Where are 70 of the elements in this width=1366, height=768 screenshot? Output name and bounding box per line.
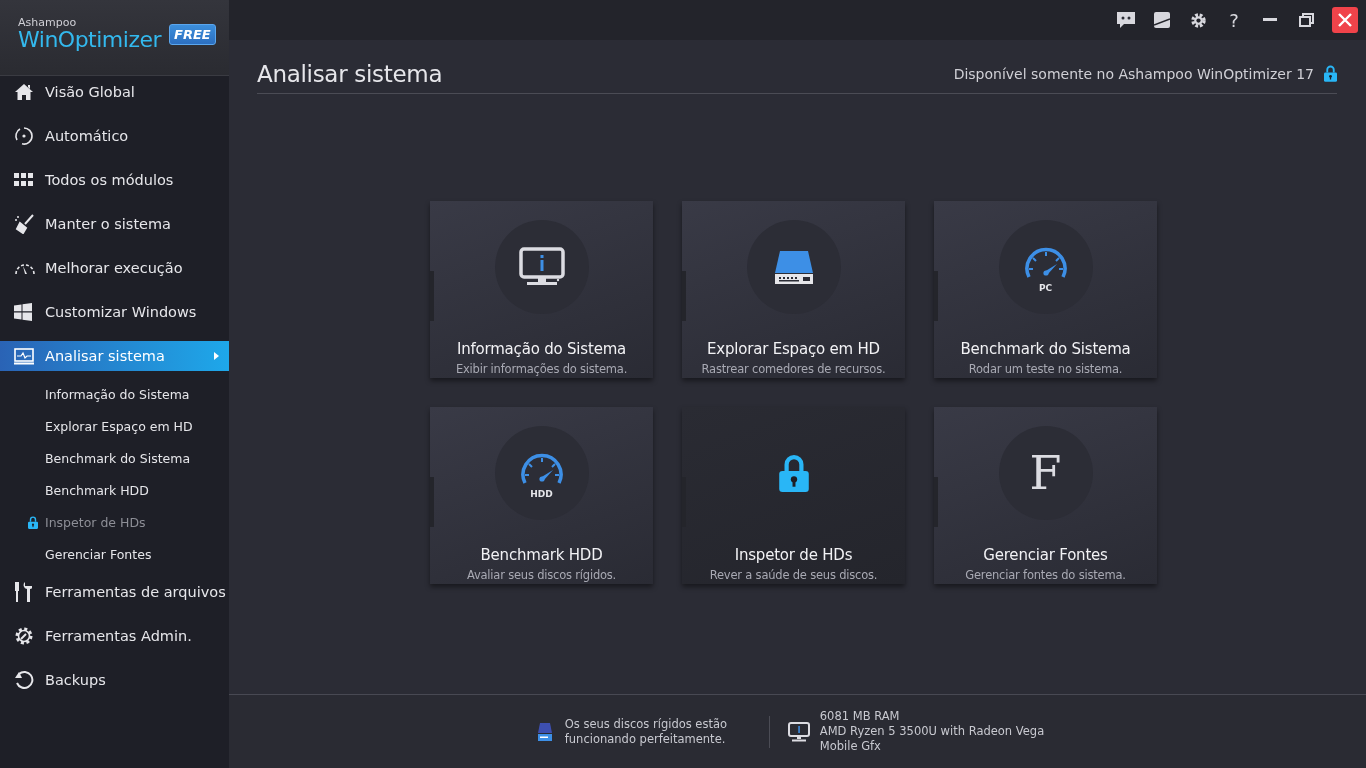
availability-notice: Disponível somente no Ashampoo WinOptimizer 17 (953, 65, 1314, 82)
sidebar-item[interactable]: Ferramentas de arquivos (0, 570, 229, 614)
cycle-icon (14, 126, 34, 146)
logo-product: WinOptimizer (18, 27, 161, 51)
minimize-icon (1263, 18, 1277, 22)
module-title: Benchmark do Sistema (960, 340, 1131, 358)
gauge-label: HDD (530, 489, 553, 499)
sidebar-item[interactable]: Automático (0, 114, 229, 158)
system-info-line: Mobile Gfx (819, 739, 882, 754)
sidebar-item[interactable]: Todos os módulos (0, 158, 229, 202)
sidebar-subitem[interactable]: Informação do Sistema (0, 378, 229, 410)
help-button[interactable]: ? (1216, 7, 1252, 33)
logo-brand: Ashampoo (18, 16, 78, 28)
gauge-label: PC (1038, 283, 1053, 293)
sidebar-item[interactable]: Analisar sistema (0, 341, 229, 371)
module-description: Exibir informações do sistema. (455, 362, 628, 376)
sidebar-item[interactable]: Ferramentas Admin. (0, 614, 229, 658)
monitor-info-icon (787, 721, 810, 742)
sidebar-subitem[interactable]: Explorar Espaço em HD (0, 410, 229, 442)
broom-icon (14, 214, 34, 234)
tools-icon (14, 581, 32, 603)
module-description: Rodar um teste no sistema. (968, 362, 1123, 376)
backup-icon (14, 670, 34, 690)
page-title: Analisar sistema (257, 60, 443, 87)
module-description: Rastrear comedores de recursos. (701, 362, 886, 376)
system-info-line: AMD Ryzen 5 3500U with Radeon Vega (819, 724, 1045, 739)
sidebar-item[interactable]: Backups (0, 658, 229, 702)
monitor-icon (14, 347, 34, 365)
module-description: Rever a saúde de seus discos. (709, 568, 878, 582)
module-card[interactable]: PC Benchmark do Sistema Rodar um teste no sistema. (934, 201, 1157, 378)
close-icon (1338, 13, 1352, 27)
module-card[interactable]: F Gerenciar Fontes Gerenciar fontes do sistema. (934, 407, 1157, 584)
padlock-icon (28, 515, 38, 529)
module-title: Gerenciar Fontes (983, 546, 1108, 564)
module-title: Explorar Espaço em HD (707, 340, 880, 358)
grid-icon (14, 173, 33, 187)
sidebar-item[interactable]: Manter o sistema (0, 202, 229, 246)
module-card[interactable]: Informação do Sistema Exibir informações do sistema. (430, 201, 653, 378)
sidebar-subitem[interactable]: Benchmark HDD (0, 474, 229, 506)
module-description: Avaliar seus discos rígidos. (466, 568, 617, 582)
sidebar-subitem[interactable]: Inspetor de HDs (0, 506, 229, 538)
sidebar-item[interactable]: Melhorar execução (0, 246, 229, 290)
module-title: Inspetor de HDs (734, 546, 853, 564)
hard-drive-icon (536, 721, 553, 742)
restore-icon (1298, 13, 1314, 27)
chat-icon (1117, 12, 1135, 28)
close-button[interactable] (1332, 7, 1358, 33)
module-card[interactable]: HDD Benchmark HDD Avaliar seus discos rígidos. (430, 407, 653, 584)
font-letter-icon: F (1029, 450, 1062, 496)
hard-drive-icon (773, 249, 814, 285)
module-card[interactable]: Inspetor de HDs Rever a saúde de seus discos. (682, 407, 905, 584)
home-icon (14, 83, 34, 101)
module-description: Gerenciar fontes do sistema. (965, 568, 1126, 582)
padlock-icon (778, 454, 809, 492)
monitor-info-icon (518, 247, 565, 287)
module-card[interactable]: Explorar Espaço em HD Rastrear comedores de recursos. (682, 201, 905, 378)
gear-wrench-icon (14, 626, 34, 646)
settings-icon (1189, 11, 1207, 29)
module-title: Informação do Sistema (456, 340, 627, 358)
speedometer-icon (14, 261, 36, 275)
sidebar-subitem[interactable]: Gerenciar Fontes (0, 538, 229, 570)
module-title: Benchmark HDD (480, 546, 603, 564)
disk-status-text: Os seus discos rígidos estão funcionando perfeitamente. (564, 716, 729, 747)
sidebar-item[interactable]: Customizar Windows (0, 290, 229, 334)
system-info-line: 6081 MB RAM (819, 709, 901, 724)
edition-badge: FREE (169, 24, 216, 45)
sidebar-item[interactable]: Visão Global (0, 70, 229, 114)
sidebar-subitem[interactable]: Benchmark do Sistema (0, 442, 229, 474)
theme-icon (1154, 12, 1170, 28)
windows-icon (14, 303, 32, 321)
